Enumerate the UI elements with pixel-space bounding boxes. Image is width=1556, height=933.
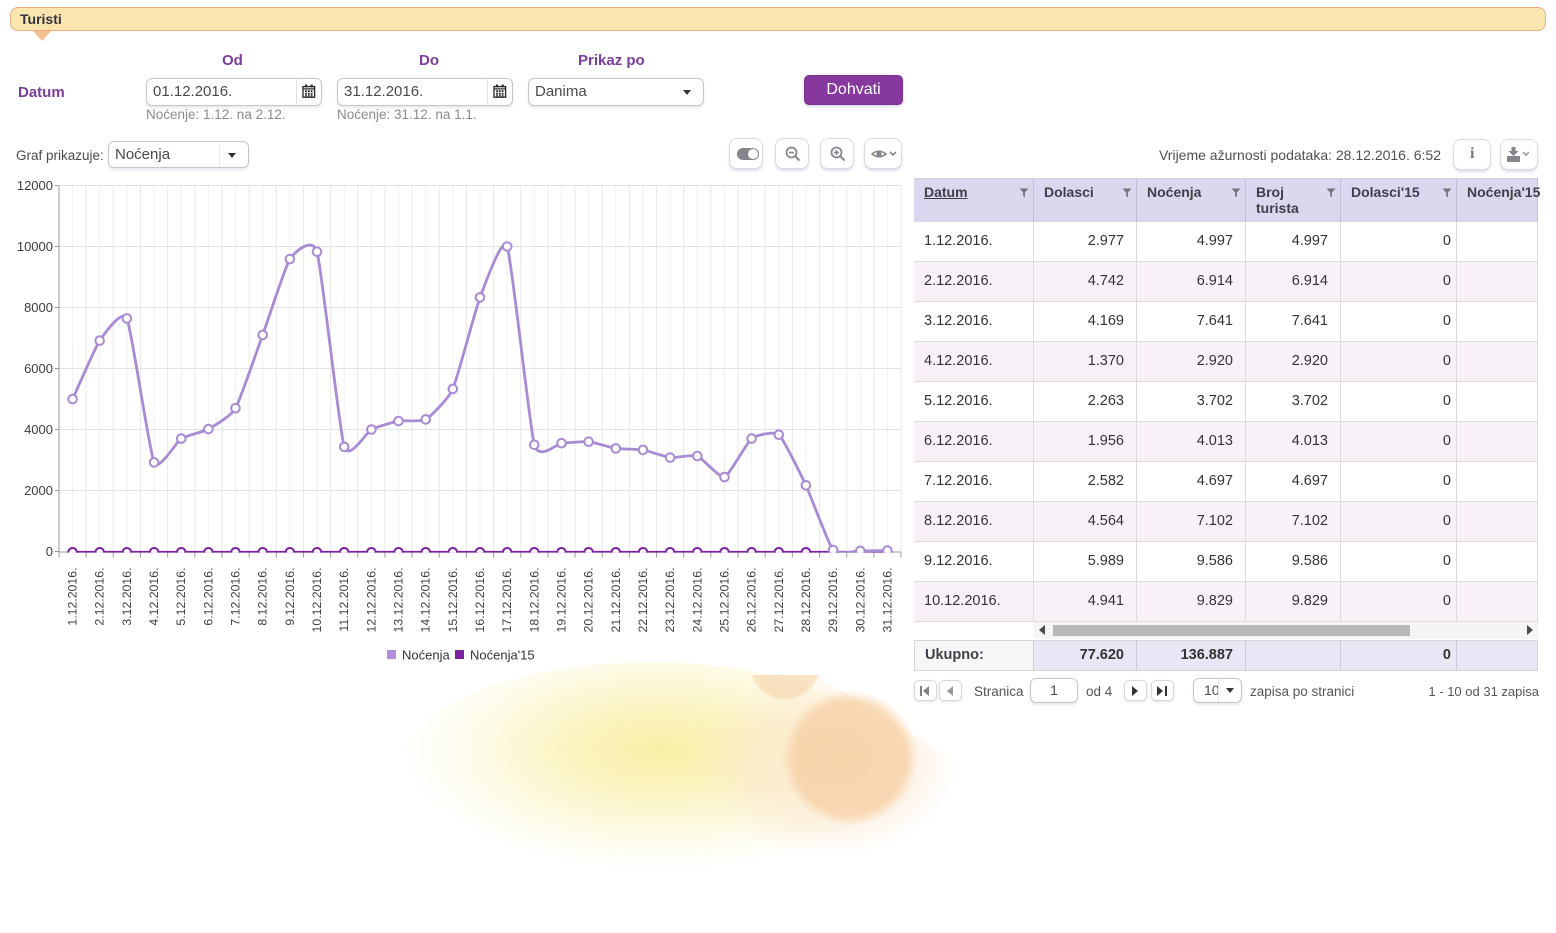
svg-text:23.12.2016.: 23.12.2016. xyxy=(663,568,677,633)
svg-text:15.12.2016.: 15.12.2016. xyxy=(446,568,460,633)
svg-text:19.12.2016.: 19.12.2016. xyxy=(555,568,569,633)
svg-text:13.12.2016.: 13.12.2016. xyxy=(392,568,406,633)
svg-text:0: 0 xyxy=(46,544,53,559)
svg-text:10000: 10000 xyxy=(17,239,53,254)
svg-text:4.12.2016.: 4.12.2016. xyxy=(147,568,161,626)
svg-text:2.12.2016.: 2.12.2016. xyxy=(93,568,107,626)
svg-text:30.12.2016.: 30.12.2016. xyxy=(853,568,867,633)
svg-text:2000: 2000 xyxy=(24,483,53,498)
svg-text:28.12.2016.: 28.12.2016. xyxy=(799,568,813,633)
svg-text:7.12.2016.: 7.12.2016. xyxy=(229,568,243,626)
svg-text:29.12.2016.: 29.12.2016. xyxy=(826,568,840,633)
svg-text:1.12.2016.: 1.12.2016. xyxy=(66,568,80,626)
svg-text:12000: 12000 xyxy=(17,178,53,193)
svg-text:24.12.2016.: 24.12.2016. xyxy=(690,568,704,633)
svg-text:21.12.2016.: 21.12.2016. xyxy=(609,568,623,633)
svg-text:6.12.2016.: 6.12.2016. xyxy=(201,568,215,626)
svg-text:4000: 4000 xyxy=(24,422,53,437)
svg-text:16.12.2016.: 16.12.2016. xyxy=(473,568,487,633)
svg-text:Noćenja'15: Noćenja'15 xyxy=(470,648,535,663)
svg-text:6000: 6000 xyxy=(24,361,53,376)
svg-text:Noćenja: Noćenja xyxy=(402,648,450,663)
svg-text:18.12.2016.: 18.12.2016. xyxy=(527,568,541,633)
svg-text:12.12.2016.: 12.12.2016. xyxy=(364,568,378,633)
svg-text:20.12.2016.: 20.12.2016. xyxy=(582,568,596,633)
svg-text:11.12.2016.: 11.12.2016. xyxy=(337,568,351,632)
svg-text:10.12.2016.: 10.12.2016. xyxy=(310,568,324,633)
svg-text:17.12.2016.: 17.12.2016. xyxy=(500,568,514,633)
svg-text:9.12.2016.: 9.12.2016. xyxy=(283,568,297,626)
svg-text:14.12.2016.: 14.12.2016. xyxy=(419,568,433,633)
svg-text:22.12.2016.: 22.12.2016. xyxy=(636,568,650,633)
svg-text:31.12.2016.: 31.12.2016. xyxy=(880,568,894,633)
svg-text:8000: 8000 xyxy=(24,300,53,315)
svg-text:26.12.2016.: 26.12.2016. xyxy=(745,568,759,633)
svg-text:25.12.2016.: 25.12.2016. xyxy=(718,568,732,633)
svg-text:27.12.2016.: 27.12.2016. xyxy=(772,568,786,633)
svg-text:3.12.2016.: 3.12.2016. xyxy=(120,568,134,626)
svg-text:8.12.2016.: 8.12.2016. xyxy=(256,568,270,626)
svg-text:5.12.2016.: 5.12.2016. xyxy=(174,568,188,626)
